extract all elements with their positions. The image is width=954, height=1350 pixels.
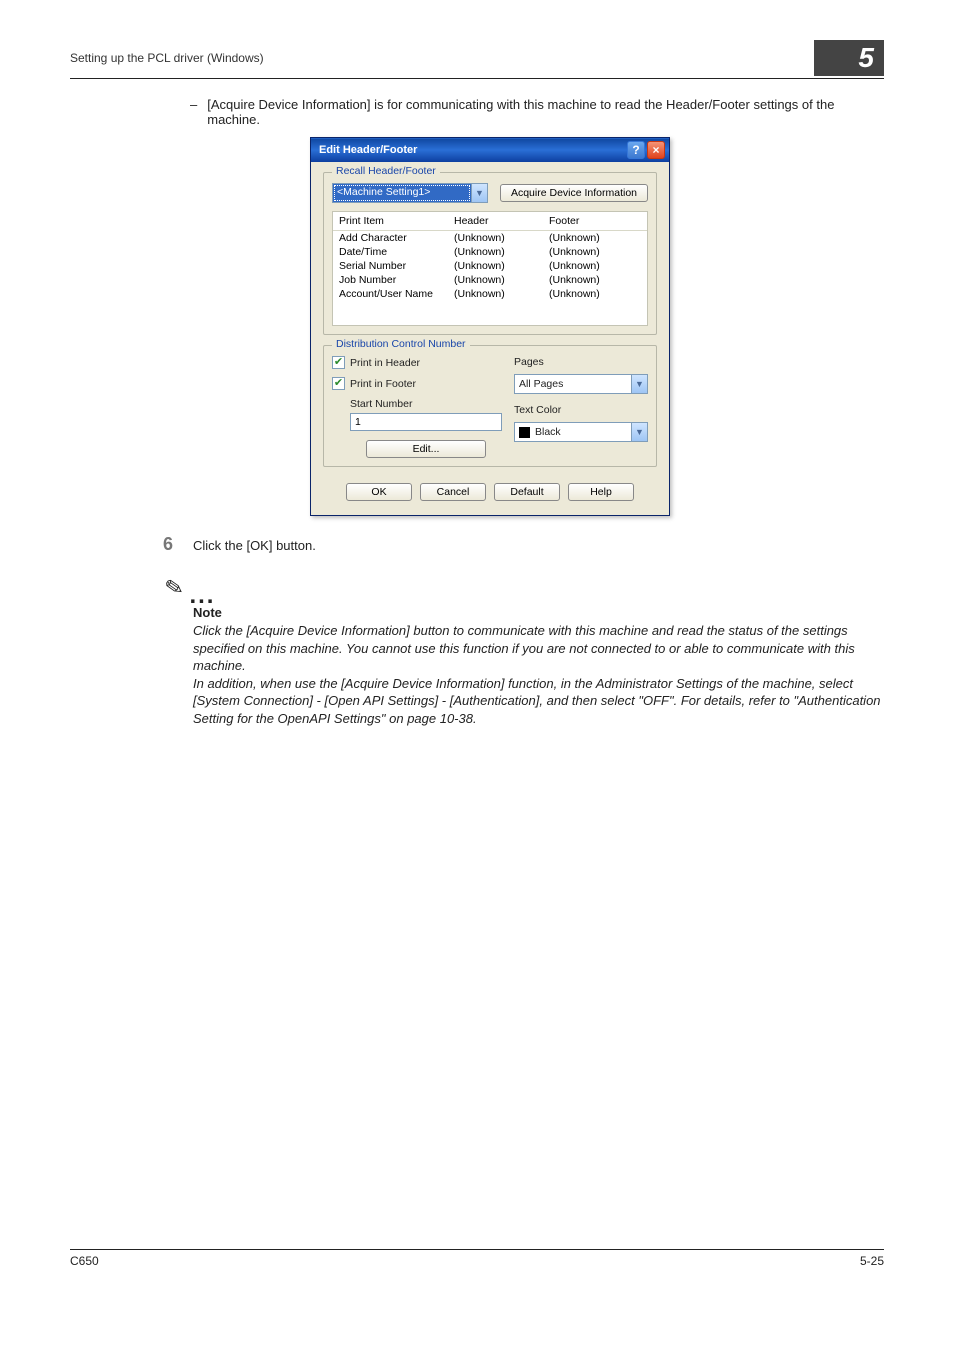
- checkbox-icon: ✔: [332, 377, 345, 390]
- table-row[interactable]: Account/User Name (Unknown) (Unknown): [333, 287, 647, 301]
- note-label: Note: [193, 605, 884, 620]
- text-color-combo[interactable]: Black ▼: [514, 422, 648, 442]
- acquire-device-info-button[interactable]: Acquire Device Information: [500, 184, 648, 202]
- bullet-item: – [Acquire Device Information] is for co…: [190, 97, 884, 127]
- note-paragraph: In addition, when use the [Acquire Devic…: [193, 675, 884, 728]
- distribution-legend: Distribution Control Number: [332, 338, 470, 350]
- edit-header-footer-dialog: Edit Header/Footer ? × Recall Header/Foo…: [310, 137, 670, 516]
- text-color-label: Text Color: [514, 404, 648, 416]
- checkbox-label: Print in Header: [350, 357, 420, 369]
- table-row[interactable]: Add Character (Unknown) (Unknown): [333, 231, 647, 245]
- bullet-text: [Acquire Device Information] is for comm…: [207, 97, 884, 127]
- distribution-fieldset: Distribution Control Number ✔ Print in H…: [323, 345, 657, 467]
- pages-combo[interactable]: All Pages ▼: [514, 374, 648, 394]
- color-swatch: [519, 427, 530, 438]
- text-color-value: Black: [535, 426, 561, 438]
- help-button[interactable]: Help: [568, 483, 634, 501]
- chevron-down-icon[interactable]: ▼: [471, 184, 487, 202]
- dialog-title: Edit Header/Footer: [319, 144, 417, 156]
- footer-right: 5-25: [860, 1254, 884, 1268]
- print-in-footer-checkbox[interactable]: ✔ Print in Footer: [332, 377, 502, 390]
- page-top-header: Setting up the PCL driver (Windows) 5: [70, 40, 884, 79]
- table-row[interactable]: Date/Time (Unknown) (Unknown): [333, 245, 647, 259]
- pages-label: Pages: [514, 356, 648, 368]
- start-number-input[interactable]: [350, 413, 502, 431]
- chevron-down-icon[interactable]: ▼: [631, 375, 647, 393]
- pages-value: All Pages: [515, 375, 631, 393]
- note-block: ✎ ... Note Click the [Acquire Device Inf…: [165, 575, 884, 727]
- breadcrumb: Setting up the PCL driver (Windows): [70, 51, 264, 65]
- checkbox-label: Print in Footer: [350, 378, 416, 390]
- recall-fieldset: Recall Header/Footer <Machine Setting1> …: [323, 172, 657, 335]
- col-header: Header: [454, 215, 549, 227]
- recall-combo[interactable]: <Machine Setting1> ▼: [332, 183, 488, 203]
- step-number: 6: [155, 534, 173, 555]
- note-dots: ...: [189, 591, 215, 601]
- col-header: Footer: [549, 215, 641, 227]
- checkbox-icon: ✔: [332, 356, 345, 369]
- default-button[interactable]: Default: [494, 483, 560, 501]
- note-icon: ✎: [163, 574, 186, 603]
- col-header: Print Item: [339, 215, 454, 227]
- table-row[interactable]: Serial Number (Unknown) (Unknown): [333, 259, 647, 273]
- help-icon[interactable]: ?: [627, 141, 645, 159]
- cancel-button[interactable]: Cancel: [420, 483, 486, 501]
- step-6: 6 Click the [OK] button.: [155, 534, 884, 555]
- print-item-table[interactable]: Print Item Header Footer Add Character (…: [332, 211, 648, 326]
- note-paragraph: Click the [Acquire Device Information] b…: [193, 622, 884, 675]
- page-footer: C650 5-25: [70, 1249, 884, 1268]
- ok-button[interactable]: OK: [346, 483, 412, 501]
- chapter-tab: 5: [814, 40, 884, 76]
- step-text: Click the [OK] button.: [193, 538, 316, 553]
- recall-combo-value: <Machine Setting1>: [333, 184, 471, 202]
- table-row[interactable]: Job Number (Unknown) (Unknown): [333, 273, 647, 287]
- dialog-titlebar[interactable]: Edit Header/Footer ? ×: [311, 138, 669, 162]
- print-in-header-checkbox[interactable]: ✔ Print in Header: [332, 356, 502, 369]
- chevron-down-icon[interactable]: ▼: [631, 423, 647, 441]
- edit-button[interactable]: Edit...: [366, 440, 486, 458]
- dash-marker: –: [190, 97, 197, 127]
- start-number-label: Start Number: [350, 398, 502, 410]
- close-icon[interactable]: ×: [647, 141, 665, 159]
- recall-legend: Recall Header/Footer: [332, 165, 440, 177]
- footer-left: C650: [70, 1254, 99, 1268]
